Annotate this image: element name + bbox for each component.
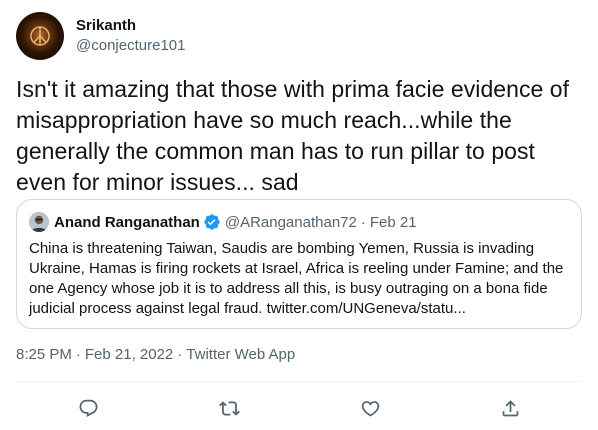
quoted-avatar (29, 212, 49, 232)
quoted-tweet-header: Anand Ranganathan @ARanganathan72 · Feb … (29, 212, 569, 232)
retweet-icon (218, 400, 240, 416)
tweet-date[interactable]: Feb 21, 2022 (85, 346, 173, 363)
avatar[interactable] (16, 12, 64, 60)
tweet-meta: 8:25 PM · Feb 21, 2022 · Twitter Web App (16, 346, 295, 363)
quoted-handle: @ARanganathan72 (224, 213, 357, 231)
avatar-emblem-icon (30, 26, 50, 46)
tweet-source[interactable]: Twitter Web App (186, 346, 295, 363)
share-button[interactable] (496, 394, 524, 422)
quoted-display-name: Anand Ranganathan (54, 213, 200, 231)
divider (16, 381, 582, 382)
quoted-separator: · (360, 213, 366, 231)
author-handle[interactable]: @conjecture101 (76, 36, 185, 56)
quoted-date[interactable]: Feb 21 (370, 214, 417, 231)
meta-separator-2: · (177, 346, 183, 363)
tweet-time[interactable]: 8:25 PM (16, 346, 72, 363)
author-display-name[interactable]: Srikanth (76, 16, 185, 36)
author-names: Srikanth @conjecture101 (76, 16, 185, 56)
reply-button[interactable] (74, 394, 102, 422)
reply-icon (79, 399, 97, 417)
action-bar (0, 394, 598, 422)
quoted-tweet-text: China is threatening Taiwan, Saudis are … (29, 240, 564, 317)
share-icon (502, 399, 518, 416)
tweet-text: Isn't it amazing that those with prima f… (16, 76, 570, 195)
quoted-avatar-portrait-icon (29, 212, 49, 232)
retweet-button[interactable] (215, 394, 243, 422)
quoted-tweet-card[interactable]: Anand Ranganathan @ARanganathan72 · Feb … (16, 199, 582, 329)
meta-separator: · (75, 346, 81, 363)
verified-badge-icon (203, 213, 221, 231)
tweet-header: Srikanth @conjecture101 (16, 12, 185, 60)
like-button[interactable] (356, 394, 384, 422)
heart-icon (361, 400, 379, 417)
